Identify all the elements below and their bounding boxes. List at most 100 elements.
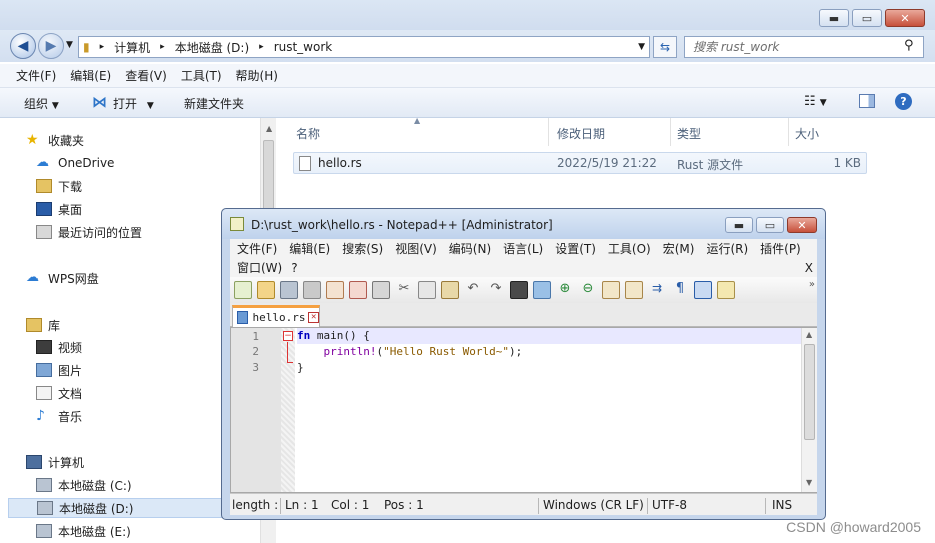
scrollbar-thumb[interactable] [804,344,815,440]
sidebar-libraries[interactable]: 库 [26,315,60,335]
search-icon[interactable]: ⚲ [904,38,914,53]
close-button[interactable]: ✕ [885,9,925,27]
new-folder-button[interactable]: 新建文件夹 [184,95,244,112]
column-name[interactable]: 名称 [296,125,320,142]
code-editor[interactable]: 1 2 3 − fn main() { println!("Hello Rust… [230,327,817,493]
sidebar-favorites[interactable]: ★ 收藏夹 [26,130,84,150]
sidebar-item-documents[interactable]: 文档 [36,383,82,403]
preview-pane-icon[interactable] [859,94,875,108]
npp-menu-language[interactable]: 语言(L) [503,240,543,257]
npp-menu-encoding[interactable]: 编码(N) [449,240,491,257]
npp-maximize-button[interactable]: ▭ [756,217,784,233]
fold-minus-icon[interactable]: − [283,331,293,341]
close-file-icon[interactable] [326,281,344,299]
sidebar-item-drive-c[interactable]: 本地磁盘 (C:) [36,475,132,495]
back-button[interactable]: ◀ [10,33,36,59]
user-lang-icon[interactable] [717,281,735,299]
npp-menu-macro[interactable]: 宏(M) [663,240,695,257]
close-all-icon[interactable] [349,281,367,299]
print-icon[interactable] [372,281,390,299]
view-options-icon[interactable]: ☷ ▼ [804,94,827,109]
breadcrumb-rust-work[interactable]: rust_work [274,40,333,54]
npp-menu-run[interactable]: 运行(R) [706,240,748,257]
npp-menu-edit[interactable]: 编辑(E) [289,240,330,257]
npp-menu-view[interactable]: 视图(V) [395,240,437,257]
save-all-icon[interactable] [303,281,321,299]
sidebar-wps[interactable]: ☁ WPS网盘 [26,268,99,288]
scroll-up-icon[interactable]: ▲ [806,330,812,339]
new-file-icon[interactable] [234,281,252,299]
replace-icon[interactable] [533,281,551,299]
column-size[interactable]: 大小 [795,125,819,142]
sidebar-item-pictures[interactable]: 图片 [36,360,82,380]
sidebar-item-music[interactable]: ♪ 音乐 [36,406,82,426]
address-dropdown-icon[interactable]: ▼ [638,42,645,52]
organize-button[interactable]: 组织 ▼ [24,95,59,112]
sidebar-item-downloads[interactable]: 下载 [36,176,82,196]
sidebar-item-recent[interactable]: 最近访问的位置 [36,222,142,242]
save-icon[interactable] [280,281,298,299]
sidebar-item-drive-e[interactable]: 本地磁盘 (E:) [36,521,131,541]
tab-close-icon[interactable]: ✕ [308,312,319,323]
npp-menu-file[interactable]: 文件(F) [237,240,277,257]
code-text[interactable]: fn main() { println!("Hello Rust World~"… [297,328,801,376]
menu-help[interactable]: 帮助(H) [236,67,278,84]
npp-menu-tools[interactable]: 工具(O) [608,240,651,257]
file-row-hello-rs[interactable]: hello.rs 2022/5/19 21:22 Rust 源文件 1 KB [293,152,867,174]
address-bar[interactable]: ▮ ▸ 计算机 ▸ 本地磁盘 (D:) ▸ rust_work ▼ [78,36,650,58]
sidebar-item-desktop[interactable]: 桌面 [36,199,82,219]
undo-icon[interactable]: ↶ [464,281,482,299]
search-input[interactable]: 搜索 rust_work [684,36,924,58]
word-wrap-icon[interactable]: ⇉ [648,281,666,299]
open-file-icon[interactable] [257,281,275,299]
computer-icon [26,455,42,469]
find-icon[interactable] [510,281,528,299]
indent-guide-icon[interactable] [694,281,712,299]
npp-close-doc-button[interactable]: X [805,261,813,275]
scroll-up-icon[interactable]: ▲ [266,124,272,133]
npp-menu-settings[interactable]: 设置(T) [555,240,596,257]
menu-tools[interactable]: 工具(T) [181,67,222,84]
status-divider [765,498,766,514]
column-type[interactable]: 类型 [677,125,701,142]
npp-menu-search[interactable]: 搜索(S) [342,240,383,257]
forward-button[interactable]: ▶ [38,33,64,59]
maximize-button[interactable]: ▭ [852,9,882,27]
column-divider [548,118,549,146]
help-icon[interactable]: ? [895,93,912,110]
column-modified[interactable]: 修改日期 [557,125,605,142]
npp-minimize-button[interactable]: ▬ [725,217,753,233]
npp-close-button[interactable]: ✕ [787,217,817,233]
open-button[interactable]: 打开 ▼ [113,95,154,112]
explorer-titlebar: ▬ ▭ ✕ [0,0,935,34]
tab-hello-rs[interactable]: hello.rs ✕ [232,305,320,327]
menu-edit[interactable]: 编辑(E) [70,67,111,84]
breadcrumb-drive-d[interactable]: 本地磁盘 (D:) [175,39,249,56]
cut-icon[interactable]: ✂ [395,281,413,299]
recent-pages-chevron-icon[interactable]: ▼ [66,40,73,50]
zoom-in-icon[interactable]: ⊕ [556,281,574,299]
menu-file[interactable]: 文件(F) [16,67,56,84]
menu-view[interactable]: 查看(V) [125,67,167,84]
sidebar-item-videos[interactable]: 视频 [36,337,82,357]
refresh-button[interactable]: ⇆ [653,36,677,58]
copy-icon[interactable] [418,281,436,299]
breadcrumb-computer[interactable]: 计算机 [114,39,150,56]
npp-menu-help[interactable]: ? [291,261,297,275]
editor-scrollbar[interactable]: ▲ ▼ [801,328,817,492]
show-all-chars-icon[interactable]: ¶ [671,281,689,299]
line-number: 3 [252,361,259,374]
zoom-out-icon[interactable]: ⊖ [579,281,597,299]
sync-vertical-icon[interactable] [602,281,620,299]
toolbar-overflow-icon[interactable]: » [809,279,815,290]
npp-menu-plugins[interactable]: 插件(P) [760,240,801,257]
npp-menu-window[interactable]: 窗口(W) [237,259,282,276]
sync-horizontal-icon[interactable] [625,281,643,299]
redo-icon[interactable]: ↷ [487,281,505,299]
scroll-down-icon[interactable]: ▼ [806,478,812,487]
minimize-button[interactable]: ▬ [819,9,849,27]
paste-icon[interactable] [441,281,459,299]
sidebar-item-onedrive[interactable]: ☁ OneDrive [36,153,114,173]
fold-end [287,362,293,363]
sidebar-computer[interactable]: 计算机 [26,452,84,472]
